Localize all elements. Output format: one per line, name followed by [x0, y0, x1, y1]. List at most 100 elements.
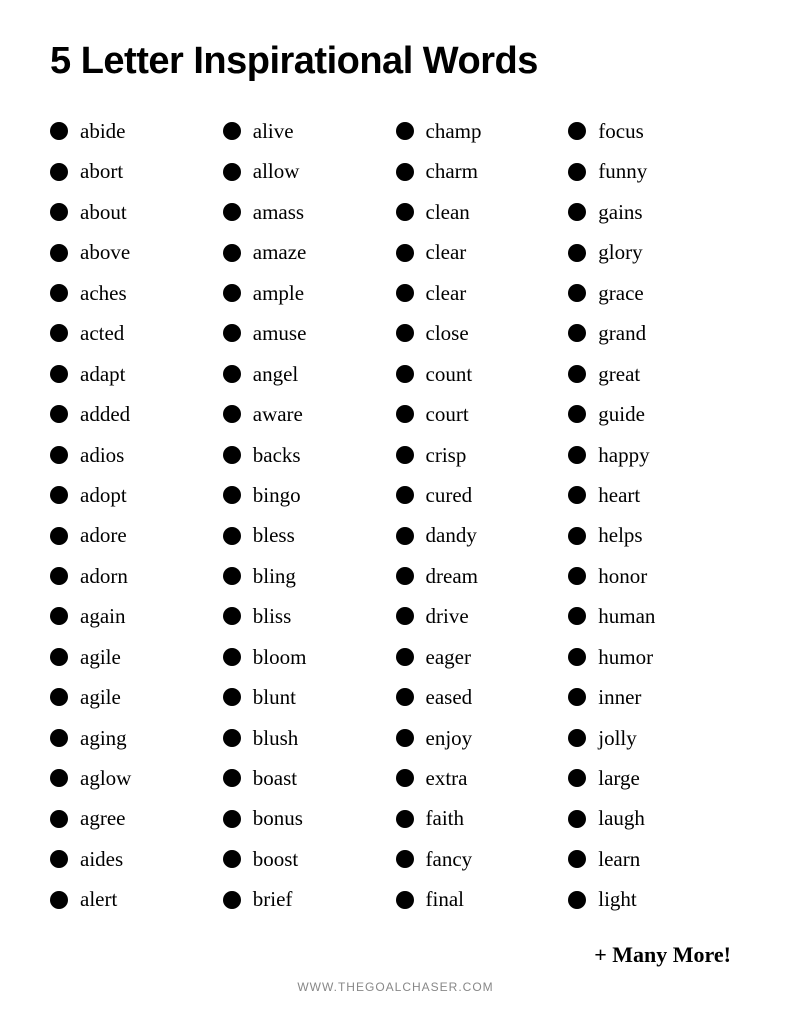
word-item: brief: [223, 879, 396, 919]
word-item: abide: [50, 111, 223, 151]
bullet-icon: [396, 203, 414, 221]
bullet-icon: [223, 810, 241, 828]
word-item: heart: [568, 475, 741, 515]
bullet-icon: [223, 648, 241, 666]
bullet-icon: [396, 891, 414, 909]
word-text: grand: [598, 318, 646, 348]
word-item: dandy: [396, 515, 569, 555]
word-text: adapt: [80, 359, 125, 389]
word-text: brief: [253, 884, 293, 914]
word-item: clear: [396, 273, 569, 313]
word-text: boast: [253, 763, 297, 793]
word-text: crisp: [426, 440, 467, 470]
word-item: inner: [568, 677, 741, 717]
bullet-icon: [50, 122, 68, 140]
word-text: abort: [80, 156, 123, 186]
bullet-icon: [568, 810, 586, 828]
word-text: glory: [598, 237, 642, 267]
word-text: alive: [253, 116, 294, 146]
word-text: faith: [426, 803, 464, 833]
bullet-icon: [50, 446, 68, 464]
word-item: above: [50, 232, 223, 272]
bullet-icon: [568, 607, 586, 625]
bullet-icon: [50, 729, 68, 747]
bullet-icon: [223, 769, 241, 787]
word-text: clear: [426, 278, 467, 308]
word-text: charm: [426, 156, 478, 186]
word-item: aides: [50, 839, 223, 879]
word-item: crisp: [396, 435, 569, 475]
bullet-icon: [223, 567, 241, 585]
bullet-icon: [396, 648, 414, 666]
bullet-icon: [223, 688, 241, 706]
word-text: adios: [80, 440, 124, 470]
word-item: abort: [50, 151, 223, 191]
word-item: humor: [568, 637, 741, 677]
word-text: clear: [426, 237, 467, 267]
bullet-icon: [50, 244, 68, 262]
word-item: bingo: [223, 475, 396, 515]
bullet-icon: [50, 688, 68, 706]
word-item: bloom: [223, 637, 396, 677]
word-text: funny: [598, 156, 647, 186]
word-item: extra: [396, 758, 569, 798]
word-text: about: [80, 197, 127, 227]
word-item: drive: [396, 596, 569, 636]
bullet-icon: [568, 163, 586, 181]
word-item: added: [50, 394, 223, 434]
word-text: bingo: [253, 480, 301, 510]
word-text: champ: [426, 116, 482, 146]
bullet-icon: [396, 163, 414, 181]
word-text: gains: [598, 197, 642, 227]
bullet-icon: [50, 850, 68, 868]
word-text: fancy: [426, 844, 473, 874]
bullet-icon: [50, 527, 68, 545]
word-item: dream: [396, 556, 569, 596]
bullet-icon: [396, 607, 414, 625]
word-text: light: [598, 884, 637, 914]
word-text: amuse: [253, 318, 307, 348]
word-item: court: [396, 394, 569, 434]
bullet-icon: [568, 769, 586, 787]
word-item: amaze: [223, 232, 396, 272]
word-item: large: [568, 758, 741, 798]
bullet-icon: [50, 365, 68, 383]
word-text: blunt: [253, 682, 296, 712]
word-item: charm: [396, 151, 569, 191]
word-item: bliss: [223, 596, 396, 636]
word-item: boast: [223, 758, 396, 798]
bullet-icon: [223, 284, 241, 302]
word-item: close: [396, 313, 569, 353]
bullet-icon: [568, 688, 586, 706]
word-item: adore: [50, 515, 223, 555]
bullet-icon: [568, 486, 586, 504]
word-text: adore: [80, 520, 127, 550]
word-item: bling: [223, 556, 396, 596]
word-item: angel: [223, 354, 396, 394]
bullet-icon: [223, 850, 241, 868]
word-text: agree: [80, 803, 125, 833]
word-text: enjoy: [426, 723, 473, 753]
word-text: bloom: [253, 642, 307, 672]
word-item: bless: [223, 515, 396, 555]
bullet-icon: [396, 688, 414, 706]
bullet-icon: [50, 163, 68, 181]
word-item: champ: [396, 111, 569, 151]
bullet-icon: [396, 365, 414, 383]
bullet-icon: [568, 527, 586, 545]
word-text: angel: [253, 359, 298, 389]
word-text: learn: [598, 844, 640, 874]
bullet-icon: [50, 648, 68, 666]
word-item: aware: [223, 394, 396, 434]
word-item: aging: [50, 718, 223, 758]
word-text: focus: [598, 116, 644, 146]
word-lists: abideabortaboutaboveachesactedadaptadded…: [50, 111, 741, 934]
word-text: again: [80, 601, 125, 631]
word-item: jolly: [568, 718, 741, 758]
word-text: human: [598, 601, 655, 631]
word-item: again: [50, 596, 223, 636]
word-text: final: [426, 884, 464, 914]
word-column-2: aliveallowamassamazeampleamuseangelaware…: [223, 111, 396, 934]
bullet-icon: [223, 324, 241, 342]
word-text: backs: [253, 440, 301, 470]
